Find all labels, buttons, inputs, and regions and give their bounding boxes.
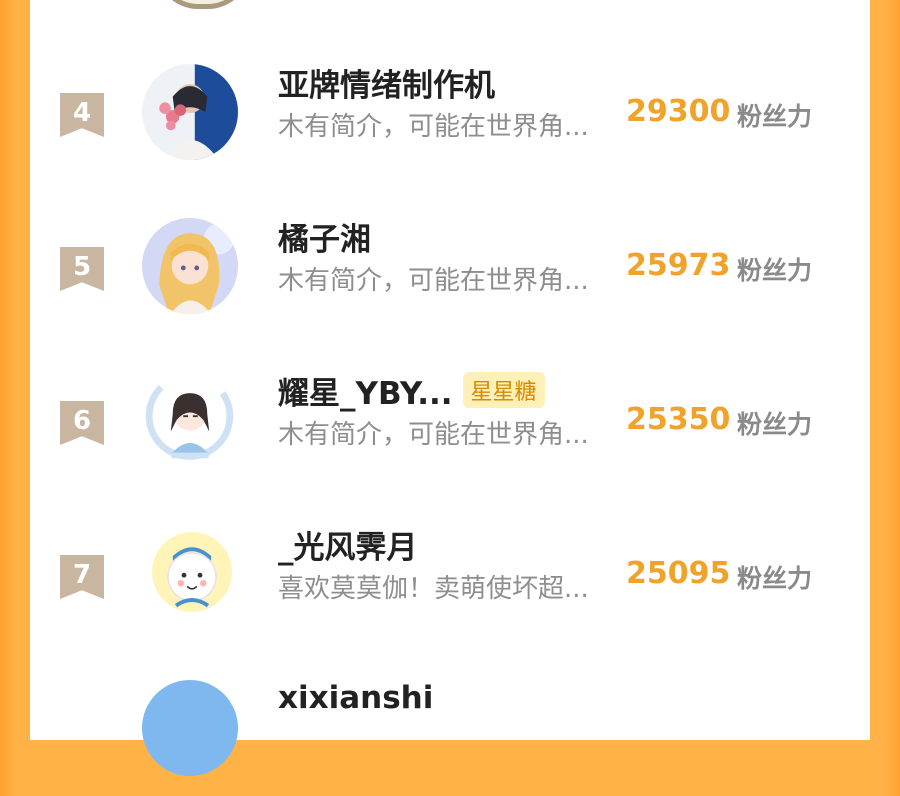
avatar-partial-top[interactable]: [156, 0, 250, 9]
fan-power-score: 25350: [626, 402, 731, 437]
user-intro: 木有简介，可能在世界角...: [278, 420, 589, 450]
list-item[interactable]: 4 亚牌情绪制作机 木有简介，可能在世界角... 29300 粉丝力: [30, 60, 870, 180]
fan-power-unit: 粉丝力: [737, 102, 813, 131]
fan-group-badge: 星星糖: [462, 372, 545, 408]
fan-power-unit: 粉丝力: [737, 564, 813, 593]
list-item[interactable]: 6 耀星_YBY... 星星糖 木有简介，可能在世界角... 25350 粉丝力: [30, 368, 870, 488]
list-item[interactable]: xixianshi: [30, 676, 870, 796]
avatar[interactable]: [142, 372, 238, 468]
fan-power-unit: 粉丝力: [737, 256, 813, 285]
rank-badge: 5: [60, 247, 104, 291]
avatar[interactable]: [142, 64, 238, 160]
user-name[interactable]: xixianshi: [278, 680, 433, 716]
user-name[interactable]: _光风霁月: [278, 522, 418, 567]
user-name-line: _光风霁月: [278, 522, 418, 566]
fan-power-score: 25095: [626, 556, 731, 591]
avatar[interactable]: [152, 532, 232, 612]
list-item[interactable]: 7 _光风霁月 喜欢莫莫伽！卖萌使坏超... 25095 粉丝力: [30, 522, 870, 642]
user-name-line: 橘子湘: [278, 214, 371, 258]
user-name[interactable]: 橘子湘: [278, 214, 371, 259]
list-item[interactable]: 5 橘子湘 木有简介，可能在世界角... 25973 粉丝力: [30, 214, 870, 334]
rank-badge: 4: [60, 93, 104, 137]
user-name-line: 耀星_YBY... 星星糖: [278, 368, 545, 412]
fan-power-score: 29300: [626, 94, 731, 129]
user-name-line: 亚牌情绪制作机: [278, 60, 495, 104]
rank-badge: 7: [60, 555, 104, 599]
avatar[interactable]: [142, 680, 238, 776]
user-intro: 木有简介，可能在世界角...: [278, 266, 589, 296]
user-name-line: xixianshi: [278, 676, 433, 720]
ranking-card: 4 亚牌情绪制作机 木有简介，可能在世界角... 29300 粉丝力 5 橘子湘…: [30, 0, 870, 776]
rank-badge: 6: [60, 401, 104, 445]
fan-power-unit: 粉丝力: [737, 410, 813, 439]
user-name[interactable]: 亚牌情绪制作机: [278, 60, 495, 105]
avatar[interactable]: [142, 218, 238, 314]
user-name[interactable]: 耀星_YBY...: [278, 368, 453, 413]
user-intro: 木有简介，可能在世界角...: [278, 112, 589, 142]
fan-power-score: 25973: [626, 248, 731, 283]
user-intro: 喜欢莫莫伽！卖萌使坏超...: [278, 574, 589, 604]
